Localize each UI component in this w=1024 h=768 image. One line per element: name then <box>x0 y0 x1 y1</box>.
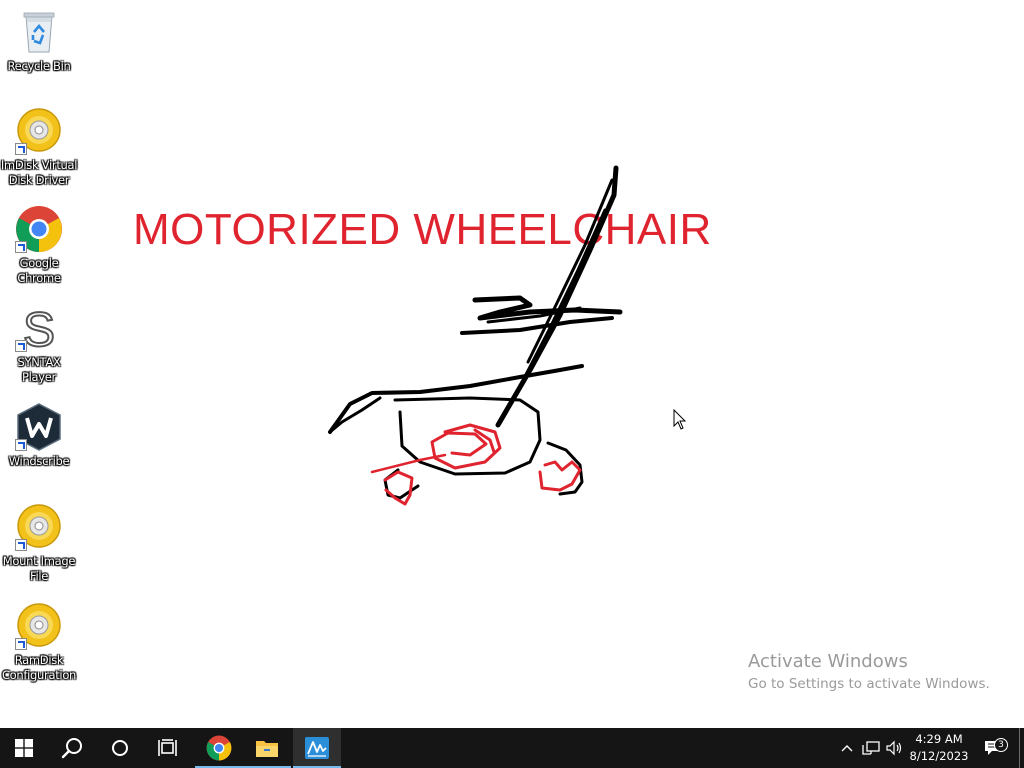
mouse-cursor-icon <box>673 409 687 430</box>
disc-icon <box>15 503 63 551</box>
clock-date: 8/12/2023 <box>909 749 969 763</box>
chevron-up-icon <box>841 745 853 752</box>
search-icon <box>61 738 82 759</box>
chrome-icon <box>15 205 63 253</box>
start-button[interactable] <box>0 728 48 768</box>
activate-windows-title: Activate Windows <box>748 651 908 672</box>
desktop-icon-label: Mount Image File <box>2 554 76 583</box>
windows-logo-icon <box>15 739 33 757</box>
windscribe-icon <box>15 403 63 451</box>
folder-icon <box>256 741 278 757</box>
desktop-icon-syntax-player[interactable]: S SYNTAX Player <box>0 303 78 385</box>
desktop-icon-ramdisk-configuration[interactable]: RamDisk Configuration <box>0 602 78 683</box>
desktop-icon-label: Windscribe <box>8 454 70 468</box>
desktop-icon-label: Google Chrome <box>17 256 61 285</box>
network-icon <box>862 741 880 755</box>
disc-icon <box>15 602 63 650</box>
circle-icon <box>112 740 128 756</box>
notification-count-badge: 3 <box>994 738 1008 752</box>
taskbar-active-app-button[interactable] <box>293 728 341 768</box>
disc-icon <box>15 107 63 155</box>
task-view-button[interactable] <box>144 728 192 768</box>
action-center-button[interactable]: 3 <box>981 728 1008 768</box>
shortcut-arrow-icon <box>15 539 27 551</box>
desktop-icon-label: Recycle Bin <box>7 59 71 73</box>
clock-time: 4:29 AM <box>915 732 963 746</box>
signature-app-icon <box>305 737 329 759</box>
desktop-icon-windscribe[interactable]: Windscribe <box>0 403 78 469</box>
task-view-icon <box>158 739 177 756</box>
taskbar-chrome-button[interactable] <box>195 728 243 768</box>
desktop-icon-label: ImDisk Virtual Disk Driver <box>0 158 78 187</box>
taskbar: 4:29 AM 8/12/2023 3 <box>0 728 1024 768</box>
desktop-icon-recycle-bin[interactable]: Recycle Bin <box>0 8 78 74</box>
desktop-icon-label: RamDisk Configuration <box>1 653 77 682</box>
syntax-s-icon: S <box>15 303 63 358</box>
activate-windows-subtitle: Go to Settings to activate Windows. <box>748 676 990 692</box>
desktop-icon-label: SYNTAX Player <box>17 355 61 384</box>
network-tray-button[interactable] <box>860 728 882 768</box>
cortana-button[interactable] <box>96 728 144 768</box>
search-button[interactable] <box>48 728 96 768</box>
desktop-icon-imdisk[interactable]: ImDisk Virtual Disk Driver <box>0 107 78 188</box>
svg-text:S: S <box>23 304 55 352</box>
chrome-icon <box>206 735 232 761</box>
volume-tray-button[interactable] <box>884 728 906 768</box>
desktop[interactable]: Recycle Bin ImDisk Virtual Disk Driver G… <box>0 0 1024 728</box>
activate-windows-watermark: Activate Windows Go to Settings to activ… <box>748 650 990 694</box>
speaker-icon <box>886 740 902 756</box>
taskbar-file-explorer-button[interactable] <box>243 728 291 768</box>
shortcut-arrow-icon <box>15 241 27 253</box>
desktop-icon-mount-image-file[interactable]: Mount Image File <box>0 503 78 584</box>
shortcut-arrow-icon <box>15 638 27 650</box>
recycle-bin-icon <box>15 8 63 56</box>
wheelchair-doodle <box>328 165 623 506</box>
desktop-icon-google-chrome[interactable]: Google Chrome <box>0 205 78 286</box>
show-desktop-button[interactable] <box>1019 728 1020 768</box>
show-hidden-icons-button[interactable] <box>838 728 856 768</box>
shortcut-arrow-icon <box>15 439 27 451</box>
drawing-title: MOTORIZED WHEELCHAIR <box>133 205 712 254</box>
taskbar-clock[interactable]: 4:29 AM 8/12/2023 <box>904 731 974 765</box>
shortcut-arrow-icon <box>15 340 27 352</box>
shortcut-arrow-icon <box>15 143 27 155</box>
